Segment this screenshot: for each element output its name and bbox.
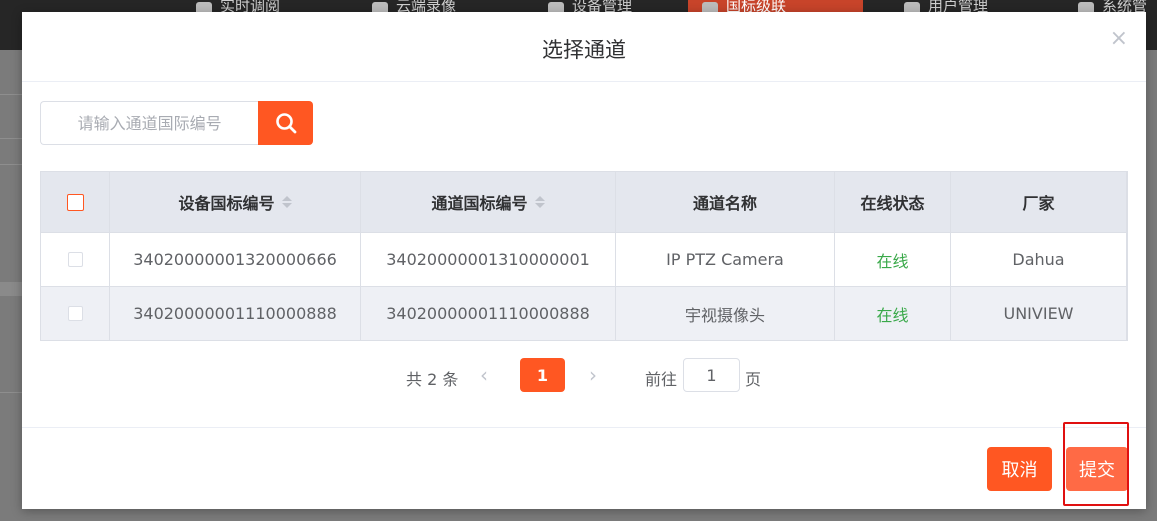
vendor-cell: Dahua xyxy=(951,233,1127,286)
device-id-cell: 34020000001320000666 xyxy=(110,233,361,286)
close-icon[interactable]: × xyxy=(1110,28,1128,50)
background-left-strip xyxy=(0,52,22,521)
header-online-status: 在线状态 xyxy=(835,172,951,232)
header-channel-id[interactable]: 通道国标编号 xyxy=(361,172,616,232)
search-bar xyxy=(40,101,313,145)
vendor-cell: UNIVIEW xyxy=(951,287,1127,340)
sort-icon[interactable] xyxy=(534,196,545,208)
chevron-left-icon[interactable]: ‹ xyxy=(480,363,488,387)
channel-name-cell: 宇视摄像头 xyxy=(616,287,835,340)
page-button-current[interactable]: 1 xyxy=(520,358,565,392)
status-cell: 在线 xyxy=(835,233,951,286)
dialog-title: 选择通道 xyxy=(542,38,626,62)
channel-name-cell: IP PTZ Camera xyxy=(616,233,835,286)
divider xyxy=(0,164,22,165)
divider xyxy=(22,427,1146,428)
divider xyxy=(0,282,22,296)
header-select-cell xyxy=(41,172,110,232)
channel-table: 设备国标编号 通道国标编号 通道名称 在线状态 厂家 3402000000132… xyxy=(40,171,1128,341)
header-channel-name: 通道名称 xyxy=(616,172,835,232)
divider xyxy=(0,94,22,95)
divider xyxy=(0,138,22,139)
device-id-cell: 34020000001110000888 xyxy=(110,287,361,340)
row-select-cell xyxy=(41,287,110,340)
select-all-checkbox[interactable] xyxy=(66,193,84,211)
row-checkbox[interactable] xyxy=(67,252,83,267)
row-select-cell xyxy=(41,233,110,286)
table-row[interactable]: 34020000001110000888 3402000000111000088… xyxy=(41,286,1127,340)
goto-page-input[interactable] xyxy=(683,358,740,392)
header-vendor: 厂家 xyxy=(951,172,1127,232)
divider xyxy=(22,81,1146,82)
divider xyxy=(0,392,22,393)
submit-button[interactable]: 提交 xyxy=(1066,447,1128,491)
table-row[interactable]: 34020000001320000666 3402000000131000000… xyxy=(41,232,1127,286)
goto-label: 前往 xyxy=(645,370,678,389)
search-input[interactable] xyxy=(40,101,259,145)
status-cell: 在线 xyxy=(835,287,951,340)
chevron-right-icon[interactable]: › xyxy=(589,363,597,387)
table-header: 设备国标编号 通道国标编号 通道名称 在线状态 厂家 xyxy=(41,172,1127,232)
page-suffix-label: 页 xyxy=(745,370,762,389)
select-channel-dialog: 选择通道 × 设备国标编号 通道国标编号 通道名称 在线状态 xyxy=(22,12,1146,509)
header-device-id[interactable]: 设备国标编号 xyxy=(110,172,361,232)
cancel-button[interactable]: 取消 xyxy=(987,447,1052,491)
row-checkbox[interactable] xyxy=(67,306,83,321)
total-count: 共 2 条 xyxy=(406,370,459,389)
channel-id-cell: 34020000001310000001 xyxy=(361,233,616,286)
pagination: 共 2 条 ‹ 1 › 前往 页 xyxy=(22,358,1146,392)
sort-icon[interactable] xyxy=(281,196,292,208)
search-button[interactable] xyxy=(258,101,313,145)
channel-id-cell: 34020000001110000888 xyxy=(361,287,616,340)
search-icon xyxy=(275,113,296,134)
